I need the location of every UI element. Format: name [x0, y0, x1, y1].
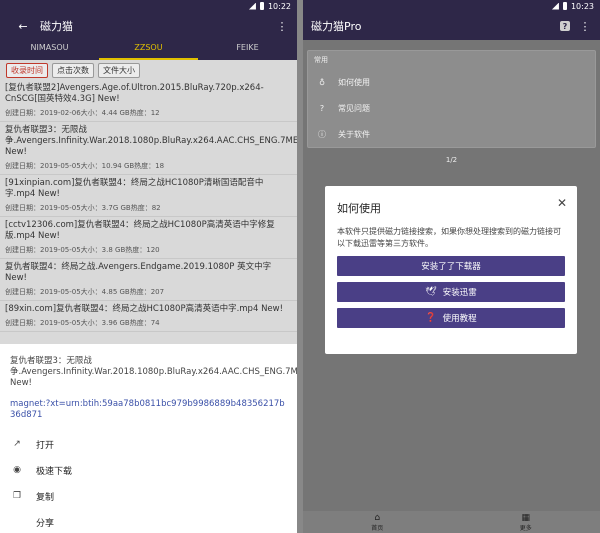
common-menu: 常用 ♁ 如何使用 ? 常见问题 ⓘ 关于软件: [307, 50, 596, 148]
question-icon: ?: [319, 103, 325, 113]
back-arrow-icon[interactable]: ←: [16, 19, 30, 33]
result-meta: 创建日期：2019-05-05大小：3.96 GB热度：74: [5, 319, 160, 327]
result-title: [cctv12306.com]复仇者联盟4：终局之战HC1080P高清英语中字修…: [5, 220, 275, 241]
result-title: [91xinpian.com]复仇者联盟4：终局之战HC1080P清晰国语配音中…: [5, 178, 264, 199]
sort-by-clicks-chip[interactable]: 点击次数: [52, 62, 94, 78]
result-meta: 创建日期：2019-05-05大小：10.94 GB热度：18: [5, 162, 165, 170]
bottom-sheet: 复仇者联盟3：无限战争.Avengers.Infinity.War.2018.1…: [0, 344, 297, 533]
dialog-body: 本软件只提供磁力链接搜索，如果你想处理搜索到的磁力链接可以下载迅雷等第三方软件。: [337, 227, 561, 248]
right-screen: 10:23 磁力猫Pro ? ⋮ 常用 ♁ 如何使用 ? 常见问题 ⓘ 关于软件…: [303, 0, 600, 533]
result-meta: 创建日期：2019-02-06大小：4.44 GB热度：12: [5, 109, 160, 117]
list-item[interactable]: [91xinpian.com]复仇者联盟4：终局之战HC1080P清晰国语配音中…: [0, 175, 297, 217]
result-list: [复仇者联盟2]Avengers.Age.of.Ultron.2015.BluR…: [0, 80, 297, 332]
share-label: 分享: [36, 518, 55, 529]
tutorial-button[interactable]: ❓ 使用教程: [337, 308, 565, 328]
copy-icon: ❐: [12, 491, 22, 501]
home-icon: ⌂: [374, 512, 381, 523]
bird-icon: 🕊: [425, 287, 437, 297]
list-item[interactable]: 复仇者联盟3：无限战争.Avengers.Infinity.War.2018.1…: [0, 122, 297, 175]
result-title: [复仇者联盟2]Avengers.Age.of.Ultron.2015.BluR…: [5, 83, 264, 104]
copy-action[interactable]: ❐ 复制: [10, 483, 287, 509]
button-label: 使用教程: [442, 314, 477, 324]
close-icon[interactable]: ✕: [557, 196, 567, 210]
tab-feike[interactable]: FEIKE: [198, 40, 297, 60]
open-external-icon: ↗: [13, 439, 21, 449]
app-bar: 磁力猫Pro ? ⋮: [303, 12, 600, 40]
result-meta: 创建日期：2019-05-05大小：4.85 GB热度：207: [5, 288, 165, 296]
app-title: 磁力猫Pro: [311, 20, 362, 33]
status-time: 10:22: [267, 1, 291, 11]
share-action[interactable]: 分享: [10, 509, 287, 533]
tab-nimasou[interactable]: NIMASOU: [0, 40, 99, 60]
tab-bar: NIMASOU ZZSOU FEIKE: [0, 40, 297, 60]
info-icon: ⓘ: [318, 129, 326, 139]
result-meta: 创建日期：2019-05-05大小：3.8 GB热度：120: [5, 246, 160, 254]
lightbulb-icon: ♁: [319, 77, 325, 87]
page-indicator: 1/2: [445, 156, 458, 164]
open-label: 打开: [36, 440, 55, 451]
install-thunder-button[interactable]: 🕊 安装迅雷: [337, 282, 565, 302]
help-icon[interactable]: ?: [560, 21, 570, 31]
signal-icon: [551, 2, 559, 10]
list-item[interactable]: [cctv12306.com]复仇者联盟4：终局之战HC1080P高清英语中字修…: [0, 217, 297, 259]
fast-download-action[interactable]: ◉ 极速下载: [10, 457, 287, 483]
battery-icon: [259, 2, 264, 10]
sheet-title: 复仇者联盟3：无限战争.Avengers.Infinity.War.2018.1…: [10, 356, 297, 388]
menu-item-label: 关于软件: [338, 129, 370, 139]
menu-header: 常用: [314, 56, 328, 64]
list-item[interactable]: 复仇者联盟4：终局之战.Avengers.Endgame.2019.1080P …: [0, 259, 297, 301]
nav-home[interactable]: ⌂ 首页: [303, 511, 452, 533]
list-item[interactable]: [89xin.com]复仇者联盟4：终局之战HC1080P高清英语中字.mp4 …: [0, 301, 297, 332]
bottom-nav: ⌂ 首页 ▦ 更多: [303, 511, 600, 533]
menu-item-about[interactable]: ⓘ 关于软件: [308, 121, 595, 147]
battery-icon: [562, 2, 567, 10]
sort-by-time-chip[interactable]: 收录时间: [6, 62, 48, 78]
fast-download-label: 极速下载: [36, 466, 73, 477]
sort-bar: 收录时间 点击次数 文件大小: [0, 62, 297, 78]
more-vert-icon[interactable]: ⋮: [275, 19, 289, 33]
result-title: 复仇者联盟4：终局之战.Avengers.Endgame.2019.1080P …: [5, 262, 272, 283]
status-time: 10:23: [570, 1, 594, 11]
button-label: 安装了了下载器: [421, 262, 481, 272]
play-circle-icon: ◉: [13, 465, 21, 475]
magnet-link[interactable]: magnet:?xt=urn:btih:59aa78b0811bc979b998…: [10, 399, 287, 421]
app-bar: ← 磁力猫 ⋮: [0, 12, 297, 40]
copy-label: 复制: [36, 492, 55, 503]
menu-item-faq[interactable]: ? 常见问题: [308, 95, 595, 121]
how-to-use-dialog: 如何使用 ✕ 本软件只提供磁力链接搜索，如果你想处理搜索到的磁力链接可以下载迅雷…: [325, 186, 577, 354]
menu-item-label: 常见问题: [338, 103, 370, 113]
tab-zzsou[interactable]: ZZSOU: [99, 40, 198, 60]
open-action[interactable]: ↗ 打开: [10, 431, 287, 457]
left-screen: 10:22 ← 磁力猫 ⋮ NIMASOU ZZSOU FEIKE 收录时间 点…: [0, 0, 297, 533]
help-circle-icon: ❓: [425, 313, 437, 323]
menu-item-how-to-use[interactable]: ♁ 如何使用: [308, 69, 595, 95]
result-title: 复仇者联盟3：无限战争.Avengers.Infinity.War.2018.1…: [5, 125, 297, 157]
sheet-actions: ↗ 打开 ◉ 极速下载 ❐ 复制 分享: [10, 431, 287, 533]
sort-by-size-chip[interactable]: 文件大小: [98, 62, 140, 78]
signal-icon: [248, 2, 256, 10]
result-title: [89xin.com]复仇者联盟4：终局之战HC1080P高清英语中字.mp4 …: [5, 304, 284, 314]
install-downloader-button[interactable]: 安装了了下载器: [337, 256, 565, 276]
status-bar: 10:22: [0, 0, 297, 12]
menu-item-label: 如何使用: [338, 77, 370, 87]
dialog-title: 如何使用: [337, 202, 381, 215]
button-label: 安装迅雷: [442, 288, 477, 298]
more-vert-icon[interactable]: ⋮: [578, 19, 592, 33]
app-title: 磁力猫: [40, 20, 73, 33]
grid-icon: ▦: [521, 512, 530, 523]
nav-label: 更多: [519, 524, 532, 532]
nav-more[interactable]: ▦ 更多: [452, 511, 600, 533]
status-bar: 10:23: [303, 0, 600, 12]
result-meta: 创建日期：2019-05-05大小：3.7G GB热度：82: [5, 204, 161, 212]
nav-label: 首页: [371, 524, 384, 532]
list-item[interactable]: [复仇者联盟2]Avengers.Age.of.Ultron.2015.BluR…: [0, 80, 297, 122]
